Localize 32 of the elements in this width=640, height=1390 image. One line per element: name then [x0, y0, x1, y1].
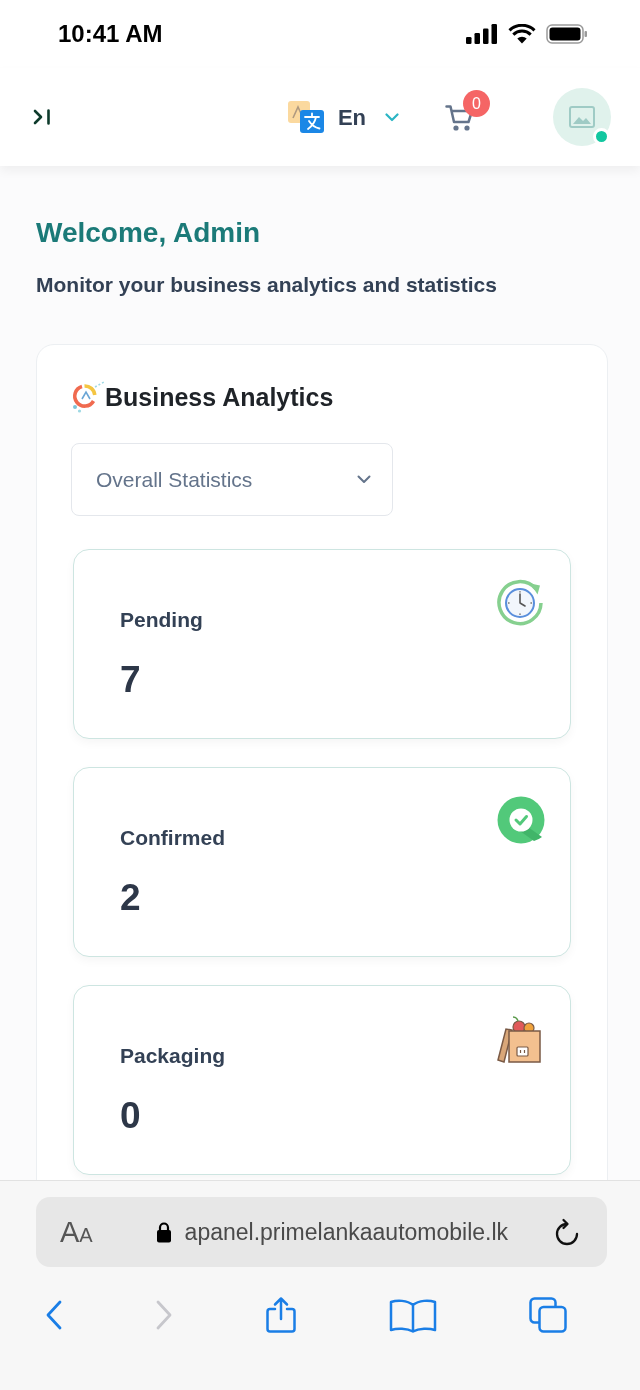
- language-selector[interactable]: En: [287, 100, 399, 134]
- welcome-title: Welcome, Admin: [36, 216, 262, 250]
- filter-dropdown[interactable]: Overall Statistics: [71, 443, 393, 516]
- url-text: apanel.primelankaautomobile.lk: [184, 1217, 509, 1247]
- welcome-subtitle: Monitor your business analytics and statistics: [36, 272, 498, 298]
- chevron-down-icon: [385, 112, 399, 122]
- signal-icon: [466, 24, 498, 44]
- image-icon: [569, 106, 595, 128]
- cart-count-badge: 0: [463, 90, 490, 117]
- stat-label: Pending: [120, 607, 203, 633]
- book-icon[interactable]: [389, 1297, 437, 1333]
- reload-icon[interactable]: [553, 1217, 581, 1247]
- battery-icon: [546, 24, 588, 44]
- status-time: 10:41 AM: [58, 19, 163, 49]
- stat-value: 7: [120, 658, 142, 702]
- stat-label: Confirmed: [120, 825, 225, 851]
- wifi-icon: [508, 24, 536, 44]
- stat-label: Packaging: [120, 1043, 226, 1069]
- stat-value: 0: [120, 1094, 142, 1138]
- chevron-down-icon: [357, 475, 371, 484]
- text-size-button[interactable]: AA: [60, 1217, 93, 1247]
- share-icon[interactable]: [265, 1296, 297, 1334]
- back-icon[interactable]: [45, 1300, 63, 1330]
- clock-refresh-icon: [495, 578, 545, 628]
- stat-value: 2: [120, 876, 142, 920]
- analytics-title: Business Analytics: [105, 382, 334, 413]
- sidebar-toggle-icon[interactable]: [33, 109, 51, 125]
- tabs-icon[interactable]: [529, 1297, 567, 1333]
- translate-icon: [287, 101, 324, 133]
- check-circle-icon: [497, 796, 545, 844]
- analytics-chart-icon: [71, 380, 105, 414]
- address-bar[interactable]: AA apanel.primelankaautomobile.lk: [36, 1197, 607, 1267]
